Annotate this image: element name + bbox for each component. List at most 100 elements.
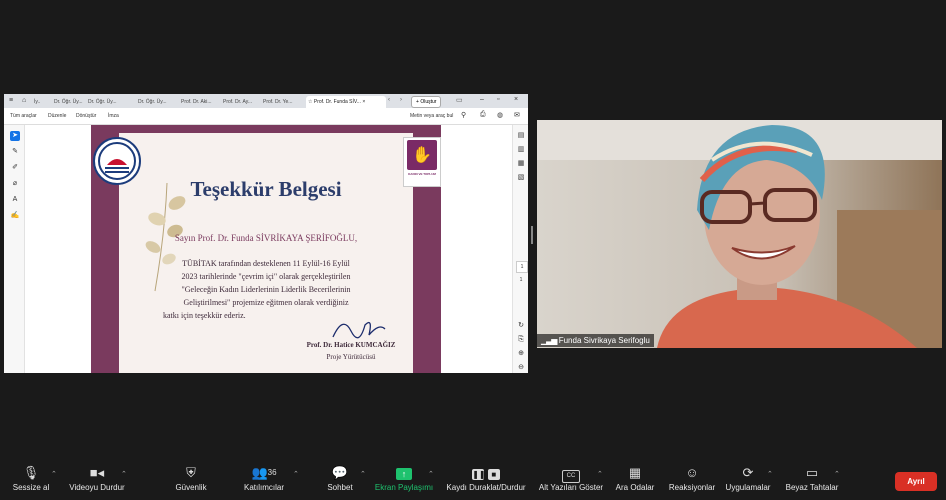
new-tab-button[interactable]: + Oluştur [411, 96, 442, 108]
reactions-button[interactable]: ☺ Reaksiyonlar [666, 458, 718, 500]
menu-icon[interactable]: ≡ [9, 97, 13, 104]
search-field[interactable]: Metin veya araç bul [410, 113, 453, 119]
record-button[interactable]: ❚❚ ■ Kaydı Duraklat/Durdur [442, 458, 530, 500]
save-icon[interactable]: ⎘ [516, 335, 526, 345]
whiteboard-icon: ▭ [805, 465, 819, 480]
tab[interactable]: Prof. Dr. Aki... [181, 96, 217, 108]
chat-button[interactable]: 💬 Sohbet [320, 458, 360, 500]
signer-name: Prof. Dr. Hatice KUMCAĞIZ [306, 341, 396, 349]
captions-button[interactable]: CC Alt Yazıları Göster [538, 458, 604, 500]
close-icon[interactable]: × [514, 96, 518, 103]
comment-icon[interactable]: ✎ [10, 147, 20, 157]
association-logo-text: KADIN VE TOPLUM [408, 172, 436, 176]
page-number[interactable]: 1 [516, 261, 528, 273]
certificate-body: ✋ KADIN VE TOPLUM Teşekkür Belgesi Sayın… [93, 133, 441, 373]
apps-button[interactable]: ⟳ Uygulamalar [722, 458, 774, 500]
chevron-up-icon[interactable]: ⌃ [360, 470, 366, 478]
leave-button[interactable]: Ayrıl [895, 472, 937, 491]
reactions-label: Reaksiyonlar [668, 483, 716, 492]
home-icon[interactable]: ⌂ [22, 97, 26, 104]
page-thumbnails-icon[interactable]: ▦ [516, 159, 526, 169]
stamp-icon[interactable]: ✍ [10, 211, 20, 221]
chevron-up-icon[interactable]: ⌃ [428, 470, 434, 478]
convert-menu[interactable]: Dönüştür [76, 113, 96, 119]
chevron-up-icon[interactable]: ⌃ [293, 470, 299, 478]
tab-active[interactable]: ☆ Prof. Dr. Funda SİV... × [306, 96, 386, 108]
right-tool-rail: ▤ ▥ ▦ ▧ 1 1 ↻ ⎘ ⊕ ⊖ [512, 125, 528, 373]
search-icon[interactable]: ⚲ [461, 111, 466, 119]
whiteboards-label: Beyaz Tahtalar [785, 483, 839, 492]
participants-button[interactable]: 👥36 Katılımcılar [238, 458, 290, 500]
pause-stop-icon: ❚❚ ■ [442, 466, 530, 480]
attachment-icon[interactable]: ▧ [516, 173, 526, 183]
participants-icon: 👥36 [251, 465, 277, 480]
tab[interactable]: Dr. Öğr. Üy... [138, 96, 168, 108]
globe-icon[interactable]: ◍ [497, 111, 503, 119]
shared-screen: ≡ ⌂ İy.. Dr. Öğr. Üy... Dr. Öğr. Üy... D… [4, 94, 528, 373]
chevron-up-icon[interactable]: ⌃ [121, 470, 127, 478]
tab[interactable]: İy.. [34, 96, 48, 108]
participant-name-label: ▁▃▅ Funda Sivrikaya Serifoglu [537, 334, 654, 347]
certificate-title: Teşekkür Belgesi [190, 177, 342, 201]
minimize-icon[interactable]: – [480, 96, 484, 103]
chevron-up-icon[interactable]: ⌃ [767, 470, 773, 478]
apps-label: Uygulamalar [725, 483, 771, 492]
split-drag-handle[interactable] [531, 226, 533, 244]
comment-panel-icon[interactable]: ▤ [516, 131, 526, 141]
cursor-icon[interactable]: ➤ [10, 131, 20, 141]
all-tools-menu[interactable]: Tüm araçlar [10, 113, 37, 119]
pen-icon[interactable]: ✐ [10, 163, 20, 173]
captions-label: Alt Yazıları Göster [538, 483, 604, 492]
breakout-rooms-button[interactable]: ▦ Ara Odalar [612, 458, 658, 500]
edit-menu[interactable]: Düzenle [48, 113, 66, 119]
share-screen-icon: ↑ [372, 466, 436, 480]
zoom-in-icon[interactable]: ⊕ [516, 349, 526, 359]
chevron-right-icon[interactable]: › [400, 97, 402, 103]
pdf-toolbar: Tüm araçlar Düzenle Dönüştür İmza Metin … [4, 108, 528, 125]
signal-icon: ▁▃▅ [541, 336, 558, 345]
maximize-icon[interactable]: ▫ [497, 96, 499, 103]
whiteboards-button[interactable]: ▭ Beyaz Tahtalar [782, 458, 842, 500]
chat-icon: 💬 [331, 465, 349, 480]
certificate-recipient: Sayın Prof. Dr. Funda SİVRİKAYA ŞERİFOĞL… [174, 233, 358, 243]
share-screen-label: Ekran Paylaşımı [374, 483, 434, 492]
breakout-label: Ara Odalar [615, 483, 655, 492]
chat-label: Sohbet [327, 483, 353, 492]
chevron-up-icon[interactable]: ⌃ [597, 470, 603, 478]
stop-video-button[interactable]: ■◂ Videoyu Durdur [66, 458, 128, 500]
security-label: Güvenlik [175, 483, 207, 492]
participants-label: Katılımcılar [243, 483, 284, 492]
mute-label: Sessize al [12, 483, 50, 492]
stop-video-label: Videoyu Durdur [69, 483, 125, 492]
tab-list-icon[interactable]: ▭ [456, 96, 463, 104]
tab[interactable]: Dr. Öğr. Üy... [54, 96, 84, 108]
print-icon[interactable]: ⎙ [480, 111, 486, 119]
tab[interactable]: Prof. Dr. Ay... [223, 96, 257, 108]
refresh-icon[interactable]: ↻ [516, 321, 526, 331]
bookmark-icon[interactable]: ▥ [516, 145, 526, 155]
chevron-up-icon[interactable]: ⌃ [834, 470, 840, 478]
participant-video [537, 120, 942, 348]
tab[interactable]: Prof. Dr. Ye... [263, 96, 299, 108]
email-icon[interactable]: ✉ [514, 111, 520, 119]
mute-button[interactable]: 🎙 Sessize al [8, 458, 54, 500]
smile-plus-icon: ☺ [685, 465, 699, 480]
chevron-left-icon[interactable]: ‹ [388, 97, 390, 103]
security-button[interactable]: ⛨ Güvenlik [168, 458, 214, 500]
text-select-icon[interactable]: A [10, 195, 20, 205]
tab[interactable]: Dr. Öğr. Üy... [88, 96, 118, 108]
zoom-out-icon[interactable]: ⊖ [516, 363, 526, 373]
new-tab-label: Oluştur [420, 99, 437, 105]
chevron-up-icon[interactable]: ⌃ [51, 470, 57, 478]
video-camera-icon: ■◂ [89, 465, 105, 480]
microphone-icon: 🎙 [22, 465, 40, 480]
sign-menu[interactable]: İmza [108, 113, 119, 119]
active-tab-label: Prof. Dr. Funda SİV... [313, 99, 361, 105]
left-tool-rail: ➤ ✎ ✐ ⌀ A ✍ [4, 125, 25, 373]
share-screen-button[interactable]: ↑ Ekran Paylaşımı [372, 458, 436, 500]
video-frame [537, 120, 942, 348]
shield-icon: ⛨ [186, 465, 196, 480]
signer-role: Proje Yürütücüsü [326, 353, 376, 361]
body-line: "Geleceğin Kadın Liderlerinin Liderlik B… [181, 285, 351, 294]
highlight-icon[interactable]: ⌀ [10, 179, 20, 189]
